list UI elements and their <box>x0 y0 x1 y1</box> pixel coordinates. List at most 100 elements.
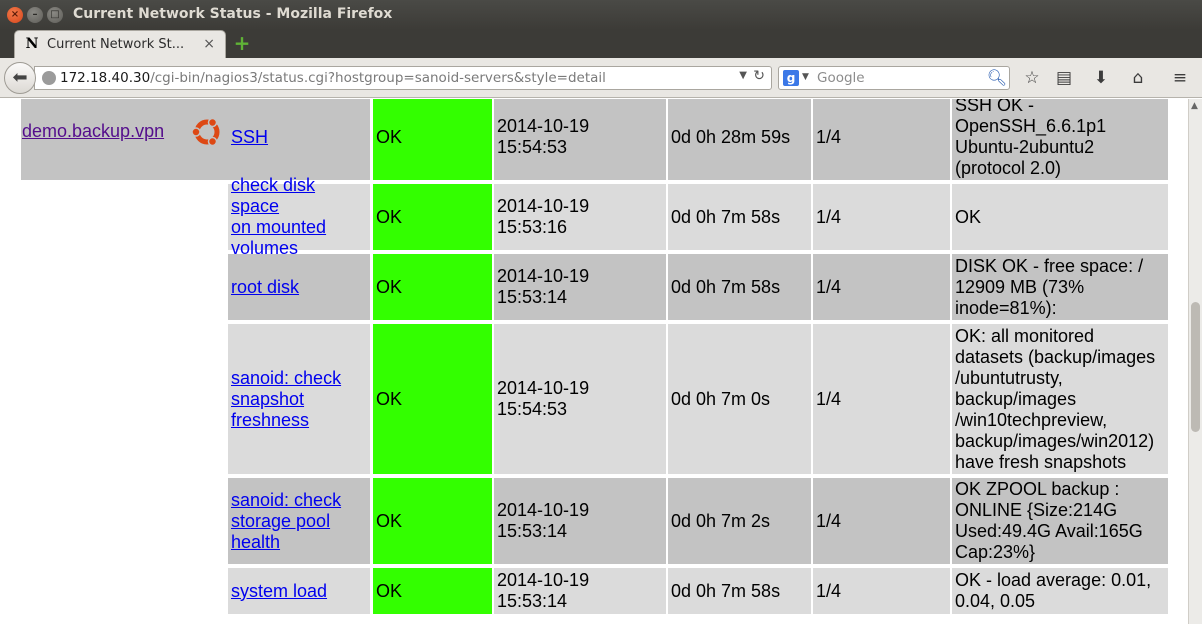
service-link[interactable]: sanoid: check snapshot freshness <box>228 368 343 431</box>
search-input[interactable]: Google <box>817 70 865 86</box>
reload-icon[interactable]: ↻ <box>753 68 765 84</box>
cell-info: OK: all monitored datasets (backup/images… <box>952 324 1168 474</box>
cell-name: SSH <box>228 99 370 180</box>
search-engine-dropdown-icon[interactable]: ▼ <box>802 72 809 82</box>
cell-last-check: 2014-10-19 15:53:14 <box>494 478 666 564</box>
new-tab-icon[interactable]: + <box>233 33 251 53</box>
cell-attempt: 1/4 <box>813 478 950 564</box>
ubuntu-logo-icon[interactable] <box>191 116 223 148</box>
service-link[interactable]: SSH <box>228 127 270 148</box>
cell-name: sanoid: check snapshot freshness <box>228 324 370 474</box>
cell-info: OK <box>952 184 1168 250</box>
status-badge: OK <box>376 580 403 601</box>
cell-text: 0d 0h 7m 58s <box>671 276 781 297</box>
downloads-icon[interactable]: ⬇ <box>1089 66 1113 90</box>
window-titlebar: × – □ Current Network Status - Mozilla F… <box>0 0 1202 30</box>
cell-text: 2014-10-19 15:54:53 <box>497 116 590 157</box>
service-link[interactable]: system load <box>228 581 329 602</box>
page-scrollbar[interactable]: ▲ <box>1188 99 1202 624</box>
cell-duration: 0d 0h 7m 58s <box>668 568 811 614</box>
cell-text: 2014-10-19 15:53:16 <box>497 196 590 237</box>
cell-name: check disk space on mounted volumes <box>228 175 370 258</box>
cell-text: 0d 0h 28m 59s <box>671 126 791 147</box>
scrollbar-thumb[interactable] <box>1191 302 1200 432</box>
window-close-button[interactable]: × <box>7 7 23 23</box>
status-badge: OK <box>376 126 403 147</box>
nagios-favicon-icon: N <box>25 36 39 52</box>
page-content: demo.backup.vpn SSH OK 2014-10-19 15:54:53… <box>0 99 1188 624</box>
tab-label: Current Network St... <box>47 37 185 52</box>
scroll-up-icon[interactable]: ▲ <box>1191 101 1198 111</box>
service-link[interactable]: sanoid: check storage pool health <box>228 490 343 553</box>
home-icon[interactable]: ⌂ <box>1126 66 1150 90</box>
cell-attempt: 1/4 <box>813 254 950 320</box>
service-link[interactable]: root disk <box>228 277 301 298</box>
cell-text: 0d 0h 7m 58s <box>671 580 781 601</box>
google-engine-icon[interactable]: g <box>783 70 799 86</box>
cell-info: OK - load average: 0.01, 0.04, 0.05 <box>952 568 1168 614</box>
cell-text: 1/4 <box>816 580 842 601</box>
cell-last-check: 2014-10-19 15:53:14 <box>494 254 666 320</box>
cell-last-check: 2014-10-19 15:53:16 <box>494 184 666 250</box>
cell-attempt: 1/4 <box>813 568 950 614</box>
cell-name: root disk <box>228 254 370 320</box>
cell-last-check: 2014-10-19 15:53:14 <box>494 568 666 614</box>
cell-text: 1/4 <box>816 126 842 147</box>
cell-duration: 0d 0h 7m 0s <box>668 324 811 474</box>
cell-text: 0d 0h 7m 2s <box>671 510 771 531</box>
cell-name: sanoid: check storage pool health <box>228 478 370 564</box>
host-link[interactable]: demo.backup.vpn <box>22 121 164 142</box>
cell-text: 1/4 <box>816 510 842 531</box>
cell-info: DISK OK - free space: /12909 MB (73% inod… <box>952 254 1168 320</box>
cell-text: 1/4 <box>816 206 842 227</box>
cell-name: system load <box>228 568 370 614</box>
cell-text: 2014-10-19 15:53:14 <box>497 570 590 611</box>
status-badge: OK <box>376 206 403 227</box>
service-link[interactable]: check disk space on mounted volumes <box>228 175 370 259</box>
menu-icon[interactable]: ≡ <box>1168 66 1192 90</box>
cell-text: 2014-10-19 15:53:14 <box>497 500 590 541</box>
cell-text: OK ZPOOL backup : ONLINE {Size:214G Used:4… <box>955 479 1143 562</box>
cell-duration: 0d 0h 7m 2s <box>668 478 811 564</box>
status-badge: OK <box>376 510 403 531</box>
cell-text: DISK OK - free space: /12909 MB (73% inod… <box>955 255 1144 318</box>
cell-text: SSH OK - OpenSSH_6.6.1p1 Ubuntu-2ubuntu2 (p… <box>955 99 1107 178</box>
back-button[interactable]: ⬅ <box>4 62 36 94</box>
url-bar[interactable]: 172.18.40.30/cgi-bin/nagios3/status.cgi?… <box>34 66 772 90</box>
cell-attempt: 1/4 <box>813 184 950 250</box>
cell-attempt: 1/4 <box>813 324 950 474</box>
cell-info: SSH OK - OpenSSH_6.6.1p1 Ubuntu-2ubuntu2 (p… <box>952 99 1168 180</box>
window-minimize-button[interactable]: – <box>27 7 43 23</box>
cell-status: OK <box>373 99 492 180</box>
cell-status: OK <box>373 324 492 474</box>
cell-text: OK <box>955 206 982 227</box>
window-title: Current Network Status - Mozilla Firefox <box>73 6 393 22</box>
url-history-dropdown-icon[interactable]: ▼ <box>739 70 747 81</box>
tab-strip: N Current Network St... × + <box>0 30 1202 58</box>
cell-last-check: 2014-10-19 15:54:53 <box>494 99 666 180</box>
url-text[interactable]: 172.18.40.30/cgi-bin/nagios3/status.cgi?… <box>60 70 606 86</box>
cell-status: OK <box>373 254 492 320</box>
cell-attempt: 1/4 <box>813 99 950 180</box>
cell-text: 1/4 <box>816 388 842 409</box>
cell-text: 0d 0h 7m 58s <box>671 206 781 227</box>
cell-duration: 0d 0h 7m 58s <box>668 254 811 320</box>
cell-text: OK - load average: 0.01, 0.04, 0.05 <box>955 570 1152 611</box>
cell-last-check: 2014-10-19 15:54:53 <box>494 324 666 474</box>
navigation-toolbar: 172.18.40.30/cgi-bin/nagios3/status.cgi?… <box>0 58 1202 98</box>
cell-status: OK <box>373 184 492 250</box>
tab-current-network-status[interactable]: N Current Network St... × <box>14 30 226 58</box>
cell-text: 0d 0h 7m 0s <box>671 388 771 409</box>
cell-status: OK <box>373 568 492 614</box>
globe-icon <box>42 71 56 85</box>
cell-text: 2014-10-19 15:54:53 <box>497 378 590 419</box>
bookmark-star-icon[interactable]: ☆ <box>1020 66 1044 90</box>
search-bar[interactable]: g ▼ Google 🔍︎ <box>778 66 1010 90</box>
search-magnifier-icon[interactable]: 🔍︎ <box>987 68 1007 87</box>
cell-duration: 0d 0h 7m 58s <box>668 184 811 250</box>
host-cell: demo.backup.vpn <box>21 99 228 180</box>
tab-close-icon[interactable]: × <box>203 36 215 52</box>
bookmarks-list-icon[interactable]: ▤ <box>1052 66 1076 90</box>
cell-duration: 0d 0h 28m 59s <box>668 99 811 180</box>
window-maximize-button[interactable]: □ <box>47 7 63 23</box>
